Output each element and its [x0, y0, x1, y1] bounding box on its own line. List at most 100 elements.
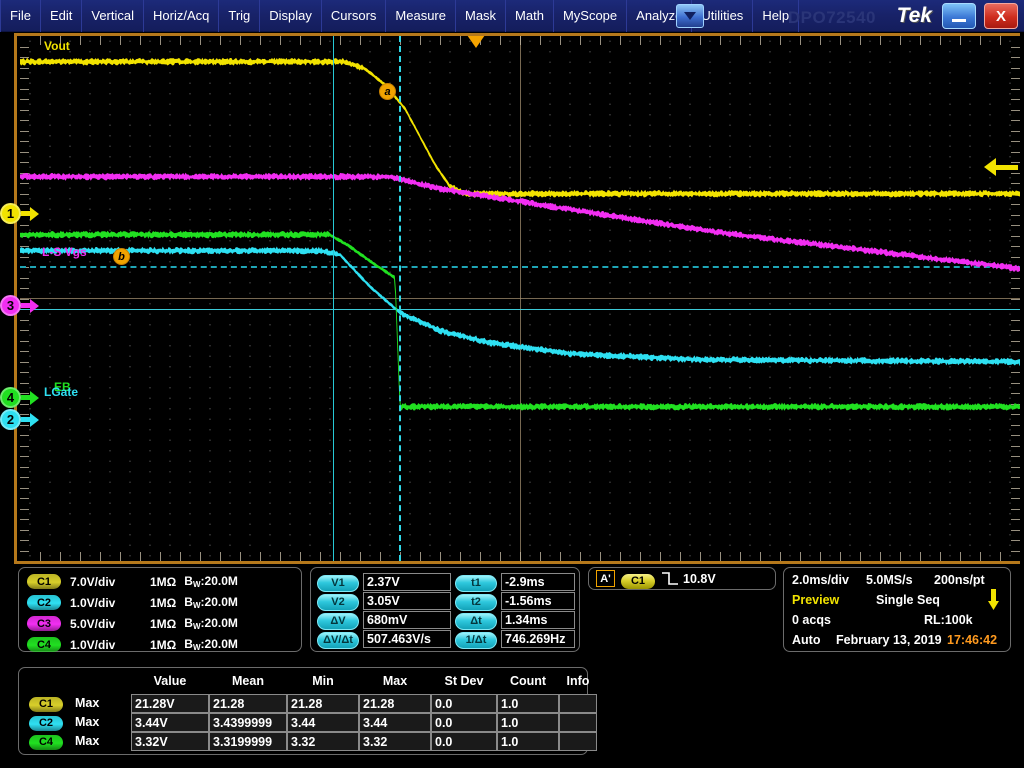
measurement-cell-c4-info	[559, 732, 597, 751]
menu-item-display[interactable]: Display	[260, 0, 322, 32]
menu-item-vertical[interactable]: Vertical	[82, 0, 144, 32]
waveform-label-vout[interactable]: Vout	[44, 39, 70, 53]
trigger-position-icon[interactable]	[467, 36, 485, 48]
bandwidth-limit-c4: BW:20.0M	[184, 637, 238, 652]
input-impedance-c1: 1MΩ	[150, 574, 177, 589]
cursor-label-time-3[interactable]: 1/Δt	[455, 630, 497, 649]
cursor-value-time-2: 1.34ms	[501, 611, 575, 629]
down-arrow-icon	[988, 589, 999, 610]
vertical-scale-c1: 7.0V/div	[70, 574, 116, 589]
menu-item-trig[interactable]: Trig	[219, 0, 261, 32]
measurement-row-channel-c2[interactable]: C2	[29, 715, 63, 731]
channel-indicator-arrow-icon	[30, 412, 39, 427]
measurement-header-count: Count	[509, 674, 547, 688]
oscilloscope-screen: File Edit Vertical Horiz/Acq Trig Display Curs…	[0, 0, 1024, 768]
measurement-cell-c2-stdev: 0.0	[431, 713, 497, 732]
measurement-header-mean: Mean	[232, 674, 264, 688]
trigger-source-badge[interactable]: C1	[621, 571, 655, 589]
trigger-mode: Auto	[792, 633, 821, 647]
trace-l-s-vgs-c3	[20, 172, 1020, 272]
vertical-setting-row-c2[interactable]: C2 1.0V/div 1MΩ BW:20.0M	[27, 595, 238, 610]
menu-item-cursors[interactable]: Cursors	[322, 0, 387, 32]
sample-rate: 5.0MS/s	[866, 573, 913, 587]
vertical-setting-row-c1[interactable]: C1 7.0V/div 1MΩ BW:20.0M	[27, 574, 238, 589]
menu-item-measure[interactable]: Measure	[386, 0, 456, 32]
measurement-header-value: Value	[153, 674, 187, 688]
model-number: DPO72540	[787, 8, 876, 27]
menu-item-horiz-acq[interactable]: Horiz/Acq	[144, 0, 220, 32]
record-length: RL:100k	[924, 613, 973, 627]
trigger-level-marker-icon[interactable]	[984, 158, 1018, 176]
graticule[interactable]: Vout L-S Vgs EB LGate ab	[20, 36, 1020, 561]
measurement-header-st-dev: St Dev	[444, 674, 484, 688]
cursor-label-time-0[interactable]: t1	[455, 573, 497, 592]
vertical-setting-row-c3[interactable]: C3 5.0V/div 1MΩ BW:20.0M	[27, 616, 238, 631]
menu-item-myscope[interactable]: MyScope	[554, 0, 628, 32]
graticule-marker-a[interactable]: a	[379, 83, 396, 100]
minimize-icon	[952, 18, 966, 22]
channel-indicator-arrow-shaft	[21, 395, 30, 400]
cursor-readout-panel: V1 2.37V V2 3.05V ΔV 680mV ΔV/Δt 507.463V/s t1 -2…	[310, 567, 580, 652]
channel-position-indicator-4[interactable]: 4	[0, 387, 39, 408]
waveform-label-lgate[interactable]: LGate	[44, 385, 78, 399]
menu-dropdown-button[interactable]	[676, 4, 704, 28]
cursor-label-voltage-1[interactable]: V2	[317, 592, 359, 611]
measurement-cell-c4-count: 1.0	[497, 732, 559, 751]
measurement-cell-c1-mean: 21.28	[209, 694, 287, 713]
menu-item-math[interactable]: Math	[506, 0, 554, 32]
cursor-value-time-0: -2.9ms	[501, 573, 575, 591]
measurement-cell-c2-max: 3.44	[359, 713, 431, 732]
cursor-badge: V1	[317, 574, 359, 592]
waveform-frame: Vout L-S Vgs EB LGate ab	[14, 33, 1020, 564]
menu-item-mask[interactable]: Mask	[456, 0, 507, 32]
channel-position-indicator-1[interactable]: 1	[0, 203, 39, 224]
cursor-badge: ΔV/Δt	[317, 631, 359, 649]
channel-badge-c2: C2	[27, 595, 61, 610]
menu-item-edit[interactable]: Edit	[41, 0, 83, 32]
measurement-header-info: Info	[566, 674, 590, 688]
cursor-label-voltage-2[interactable]: ΔV	[317, 611, 359, 630]
tek-logo: Tek	[896, 4, 932, 27]
input-impedance-c3: 1MΩ	[150, 616, 177, 631]
vertical-setting-row-c4[interactable]: C4 1.0V/div 1MΩ BW:20.0M	[27, 637, 238, 652]
measurement-header-min: Min	[312, 674, 334, 688]
measurement-cell-c4-max: 3.32	[359, 732, 431, 751]
channel-indicator-arrow-icon	[30, 390, 39, 405]
vertical-settings-panel: C1 7.0V/div 1MΩ BW:20.0M C2 1.0V/div 1MΩ BW:20.…	[18, 567, 302, 652]
cursor-label-voltage-0[interactable]: V1	[317, 573, 359, 592]
close-button[interactable]: X	[984, 3, 1018, 29]
cursor-t1-vertical-line[interactable]	[333, 36, 334, 561]
vertical-scale-c3: 5.0V/div	[70, 616, 116, 631]
cursor-label-voltage-3[interactable]: ΔV/Δt	[317, 630, 359, 649]
waveform-label-l-s-vgs[interactable]: L-S Vgs	[42, 245, 87, 259]
cursor-t2-vertical-line[interactable]	[399, 36, 401, 561]
measurement-row-channel-c4[interactable]: C4	[29, 734, 63, 750]
measurement-cell-c4-min: 3.32	[287, 732, 359, 751]
channel-indicator-arrow-shaft	[21, 417, 30, 422]
minimize-button[interactable]	[942, 3, 976, 29]
cursor-label-time-2[interactable]: Δt	[455, 611, 497, 630]
falling-edge-icon	[662, 572, 678, 585]
trigger-panel[interactable]: A' C1 10.8V	[588, 567, 776, 590]
measurement-cell-c2-value: 3.44V	[131, 713, 209, 732]
menu-item-file[interactable]: File	[0, 0, 41, 32]
channel-position-indicator-3[interactable]: 3	[0, 295, 39, 316]
measurement-cell-c1-count: 1.0	[497, 694, 559, 713]
graticule-marker-b[interactable]: b	[113, 248, 130, 265]
cursor-badge: t2	[455, 593, 497, 611]
acquisition-state: Preview	[792, 593, 840, 607]
cursor-label-time-1[interactable]: t2	[455, 592, 497, 611]
measurement-row-channel-c1[interactable]: C1	[29, 696, 63, 712]
bandwidth-limit-c2: BW:20.0M	[184, 595, 238, 610]
measurement-cell-c1-min: 21.28	[287, 694, 359, 713]
input-impedance-c4: 1MΩ	[150, 637, 177, 652]
channel-badge: C4	[29, 734, 63, 750]
resolution: 200ns/pt	[934, 573, 985, 587]
trigger-set-badge[interactable]: A'	[596, 570, 615, 587]
chevron-down-icon	[684, 12, 696, 20]
cursor-value-voltage-0: 2.37V	[363, 573, 451, 591]
vertical-scale-c2: 1.0V/div	[70, 595, 116, 610]
channel-position-indicator-2[interactable]: 2	[0, 409, 39, 430]
cursor-badge: 1/Δt	[455, 631, 497, 649]
measurement-type-c4: Max	[75, 734, 100, 748]
